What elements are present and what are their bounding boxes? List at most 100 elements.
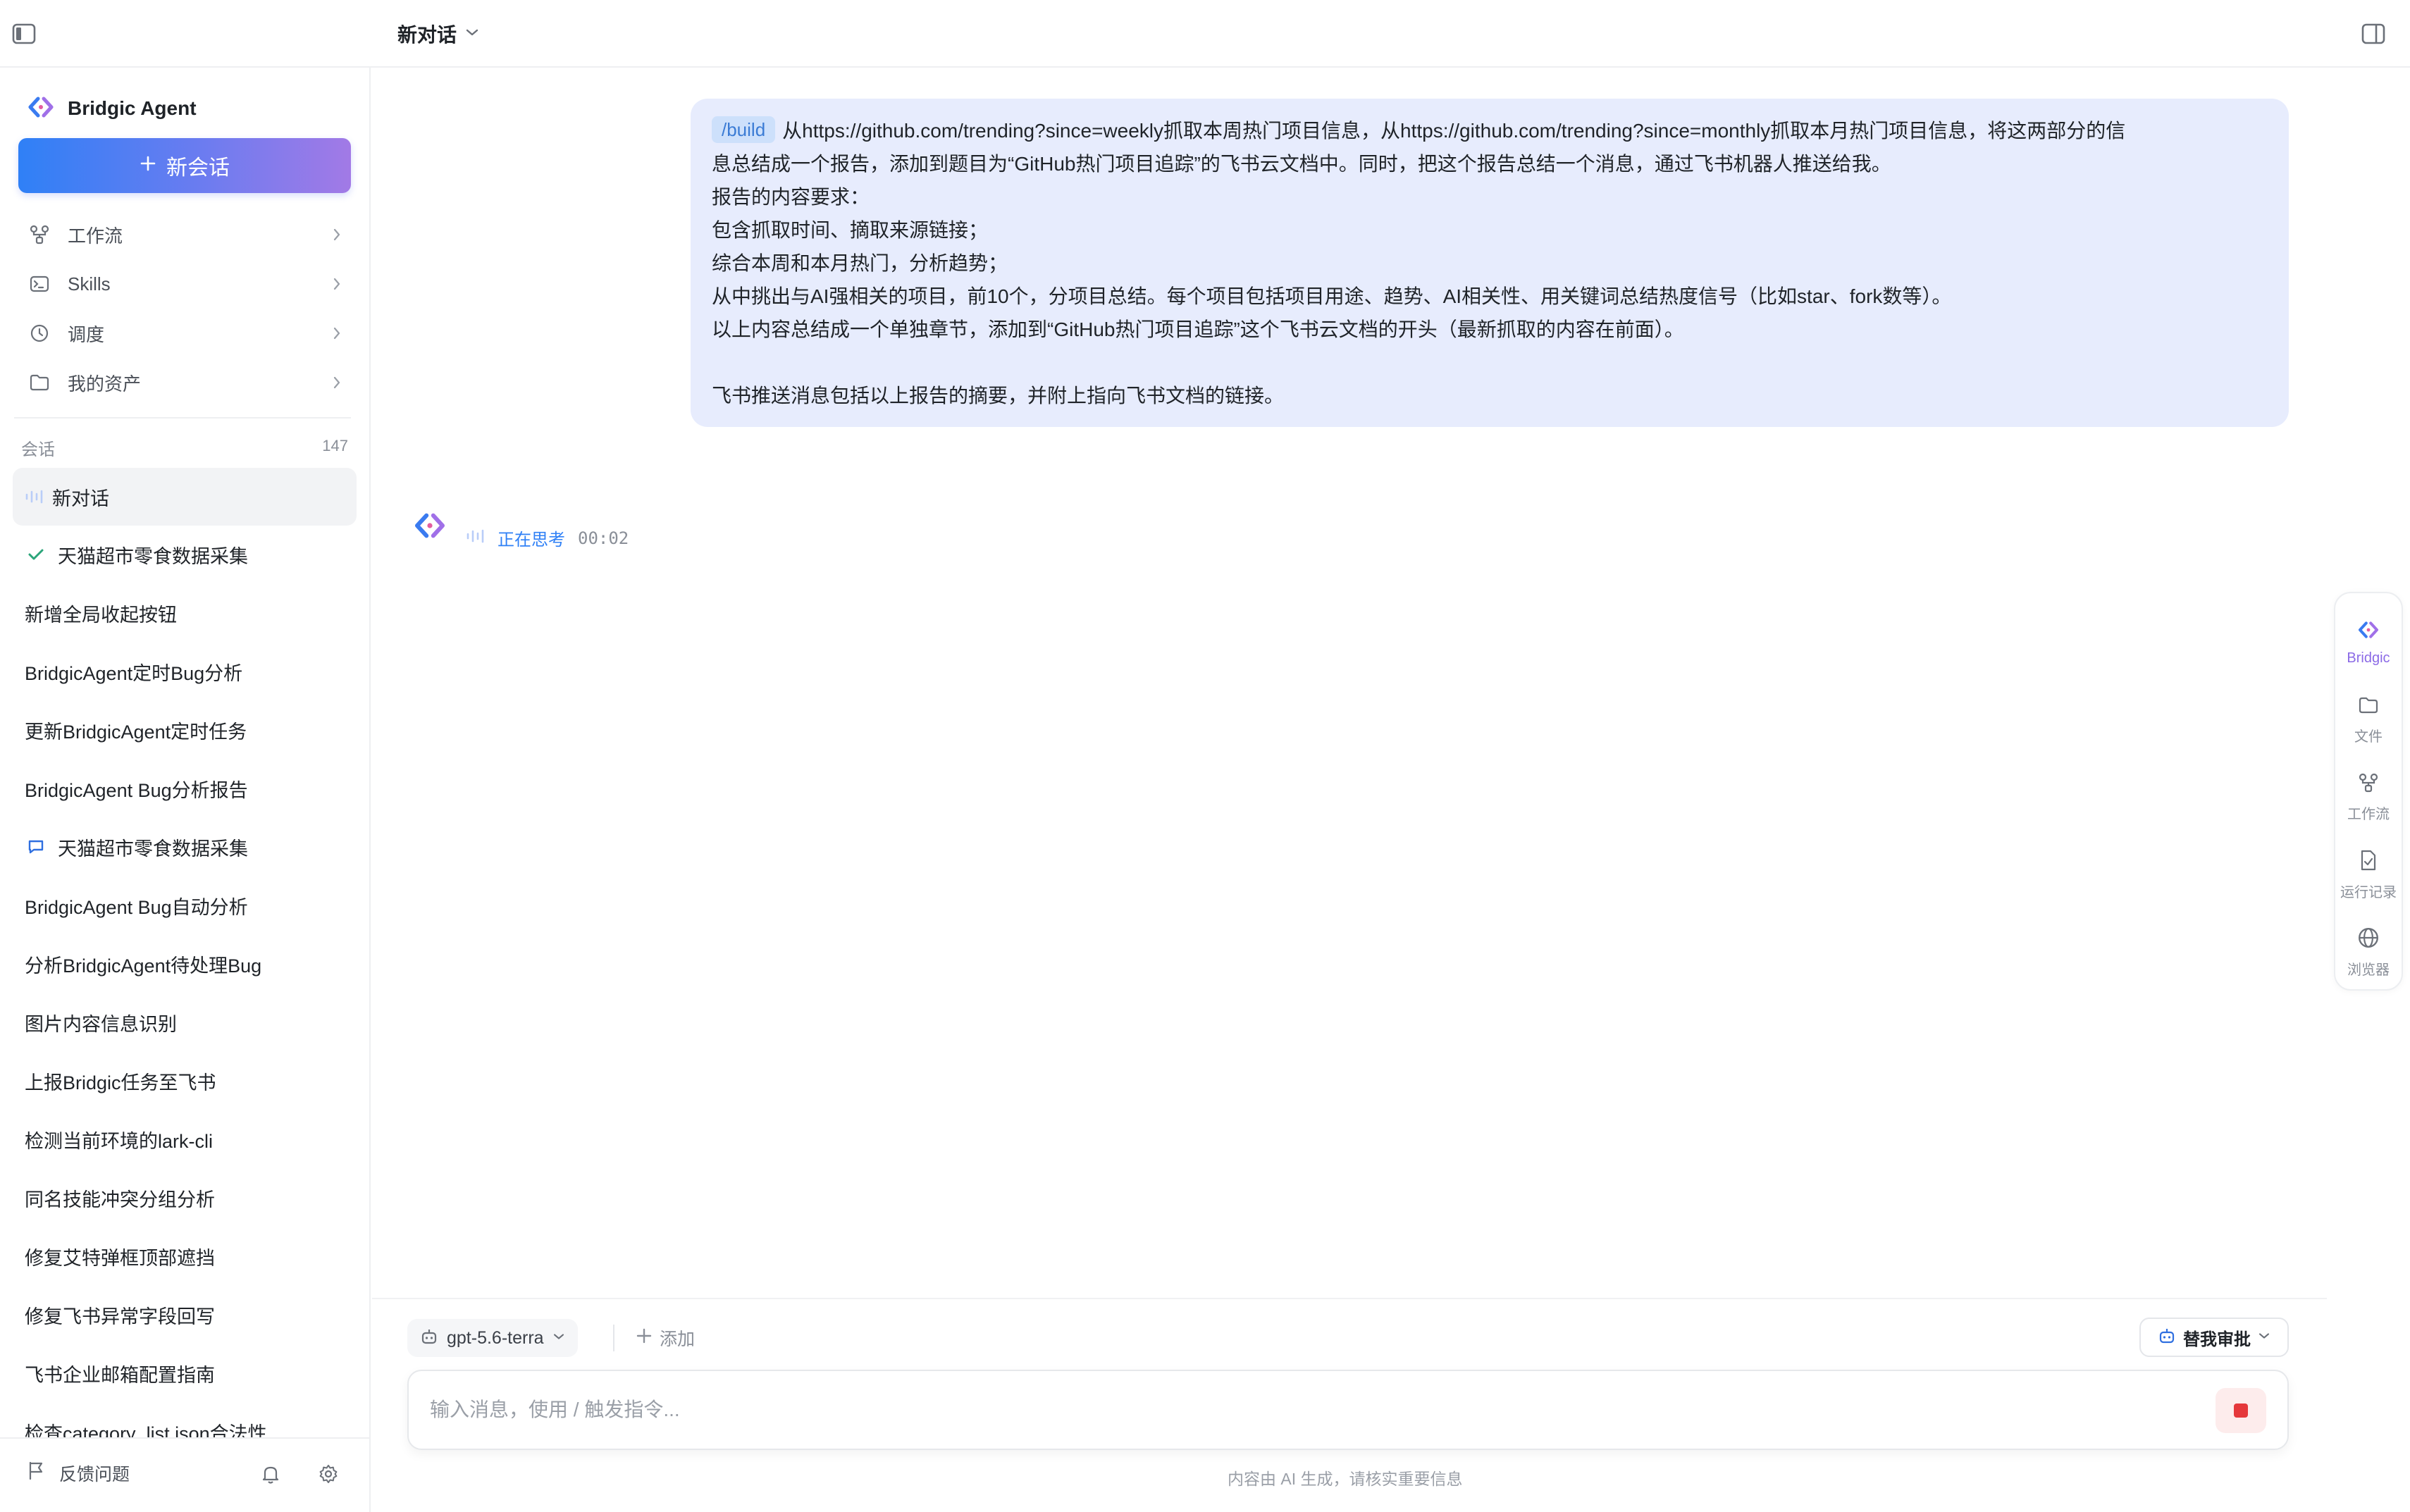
- user-message-line: 息总结成一个报告，添加到题目为“GitHub热门项目追踪”的飞书云文档中。同时，…: [712, 153, 1891, 175]
- folder-icon: [2357, 695, 2380, 719]
- bridgic-logo-icon: [2357, 619, 2380, 645]
- conversation-item[interactable]: BridgicAgent Bug分析报告: [13, 760, 357, 817]
- rail-item-run-log[interactable]: 运行记录: [2335, 840, 2402, 910]
- conversation-label: 检测当前环境的lark-cli: [25, 1130, 213, 1152]
- flag-icon: [27, 1460, 47, 1486]
- new-chat-button[interactable]: 新会话: [18, 138, 351, 193]
- conversation-label: 图片内容信息识别: [25, 1013, 177, 1035]
- sidebar-footer: 反馈问题: [0, 1437, 369, 1512]
- sidebar-toggle-icon[interactable]: [10, 20, 38, 48]
- conversation-item[interactable]: 天猫超市零食数据采集: [13, 818, 357, 876]
- conversation-item[interactable]: BridgicAgent Bug自动分析: [13, 876, 357, 934]
- conversation-title-dropdown[interactable]: 新对话: [397, 18, 479, 49]
- conversation-label: BridgicAgent定时Bug分析: [25, 662, 243, 684]
- conversation-item[interactable]: 分析BridgicAgent待处理Bug: [13, 935, 357, 993]
- nav-item-schedule[interactable]: 调度: [17, 311, 351, 355]
- rail-item-bridgic[interactable]: Bridgic: [2335, 607, 2402, 678]
- conversation-label: 修复艾特弹框顶部遮挡: [25, 1247, 215, 1269]
- thinking-label: 正在思考: [498, 531, 565, 550]
- user-message-line: /build 从https://github.com/trending?since…: [712, 114, 2268, 147]
- command-tag: /build: [712, 116, 776, 143]
- chevron-right-icon: [323, 227, 351, 242]
- divider: [613, 1325, 614, 1351]
- add-attachment-button[interactable]: 添加: [636, 1320, 695, 1356]
- feedback-button[interactable]: 反馈问题: [27, 1460, 130, 1486]
- top-bar: 新对话: [0, 0, 2410, 68]
- feedback-label: 反馈问题: [59, 1464, 130, 1485]
- conversation-label: 修复飞书异常字段回写: [25, 1306, 215, 1327]
- conversation-item[interactable]: 修复飞书异常字段回写: [13, 1286, 357, 1344]
- model-selector[interactable]: gpt-5.6-terra: [407, 1319, 578, 1357]
- new-chat-label: 新会话: [166, 156, 230, 180]
- chevron-right-icon: [323, 276, 351, 292]
- nav-item-skills[interactable]: Skills: [17, 262, 351, 306]
- conversation-item[interactable]: 更新BridgicAgent定时任务: [13, 701, 357, 759]
- nav-label: 我的资产: [68, 373, 142, 395]
- right-rail: Bridgic 文件 工作流 运行记录 浏览器: [2334, 592, 2403, 991]
- conversation-label: 新对话: [52, 488, 109, 509]
- conversation-label: 上报Bridgic任务至飞书: [25, 1072, 216, 1093]
- user-message-line: 以上内容总结成一个单独章节，添加到“GitHub热门项目追踪”这个飞书云文档的开…: [712, 318, 1684, 340]
- chevron-down-icon: [552, 1332, 565, 1344]
- brand[interactable]: Bridgic Agent: [27, 89, 197, 128]
- auto-approval-dropdown[interactable]: 替我审批: [2139, 1318, 2289, 1357]
- chevron-down-icon: [465, 27, 479, 41]
- stop-button[interactable]: [2216, 1388, 2266, 1433]
- user-message-line: 包含抓取时间、摘取来源链接；: [712, 219, 989, 241]
- conversation-label: 更新BridgicAgent定时任务: [25, 721, 247, 743]
- activity-wave-icon: [465, 528, 488, 548]
- activity-wave-icon: [21, 488, 49, 505]
- add-label: 添加: [660, 1330, 696, 1349]
- thinking-timer: 00:02: [578, 528, 629, 548]
- thinking-indicator: 正在思考 00:02: [465, 526, 629, 550]
- conversation-item[interactable]: 飞书企业邮箱配置指南: [13, 1344, 357, 1402]
- nav-item-assets[interactable]: 我的资产: [17, 361, 351, 404]
- conversation-label: 同名技能冲突分组分析: [25, 1189, 215, 1210]
- conversation-count: 147: [322, 437, 348, 454]
- rail-item-browser[interactable]: 浏览器: [2335, 917, 2402, 988]
- nav-item-workflow[interactable]: 工作流: [17, 213, 351, 256]
- conversation-item[interactable]: 新增全局收起按钮: [13, 584, 357, 642]
- rail-label: 工作流: [2347, 807, 2390, 822]
- conversation-item[interactable]: 同名技能冲突分组分析: [13, 1169, 357, 1227]
- user-message-line: [712, 346, 2268, 379]
- user-message-line: 综合本周和本月热门，分析趋势；: [712, 252, 1008, 274]
- conversation-label: 新增全局收起按钮: [25, 604, 177, 626]
- user-message-line: 报告的内容要求：: [712, 186, 870, 208]
- conversation-label: 天猫超市零食数据采集: [58, 545, 248, 567]
- agent-avatar-icon: [413, 509, 447, 546]
- bridgic-logo-icon: [27, 93, 55, 125]
- rail-item-files[interactable]: 文件: [2335, 685, 2402, 755]
- brand-name: Bridgic Agent: [68, 97, 197, 119]
- conversation-item-active[interactable]: 新对话: [13, 468, 357, 526]
- conversation-item[interactable]: BridgicAgent定时Bug分析: [13, 643, 357, 700]
- conversation-item[interactable]: 上报Bridgic任务至飞书: [13, 1052, 357, 1110]
- conversation-label: BridgicAgent Bug分析报告: [25, 779, 248, 801]
- bell-icon[interactable]: [257, 1460, 285, 1488]
- robot-icon: [420, 1327, 438, 1349]
- conversation-item[interactable]: 天猫超市零食数据采集: [13, 526, 357, 583]
- clock-icon: [17, 323, 62, 344]
- plus-icon: [636, 1327, 653, 1349]
- run-log-icon: [2358, 849, 2379, 875]
- workflow-icon: [2357, 772, 2380, 797]
- conversation-item[interactable]: 图片内容信息识别: [13, 993, 357, 1051]
- message-input[interactable]: [430, 1394, 2177, 1426]
- robot-icon: [2158, 1327, 2176, 1349]
- plus-icon: [140, 154, 156, 178]
- nav-label: Skills: [68, 273, 111, 295]
- ai-disclaimer: 内容由 AI 生成，请核实重要信息: [1228, 1470, 1463, 1488]
- message-composer: [407, 1370, 2289, 1450]
- conversation-item[interactable]: 检测当前环境的lark-cli: [13, 1110, 357, 1168]
- chevron-down-icon: [2258, 1331, 2270, 1344]
- rail-label: 运行记录: [2340, 885, 2397, 900]
- check-icon: [20, 547, 52, 562]
- sidebar: Bridgic Agent 新会话 工作流 Skills 调度 我的资产 会话 …: [0, 68, 371, 1512]
- folder-icon: [17, 372, 62, 393]
- rail-item-workflow[interactable]: 工作流: [2335, 762, 2402, 833]
- rail-label: Bridgic: [2347, 650, 2390, 666]
- model-label: gpt-5.6-terra: [447, 1327, 544, 1348]
- gear-icon[interactable]: [314, 1460, 342, 1488]
- right-panel-toggle-icon[interactable]: [2359, 20, 2387, 48]
- conversation-item[interactable]: 修复艾特弹框顶部遮挡: [13, 1227, 357, 1285]
